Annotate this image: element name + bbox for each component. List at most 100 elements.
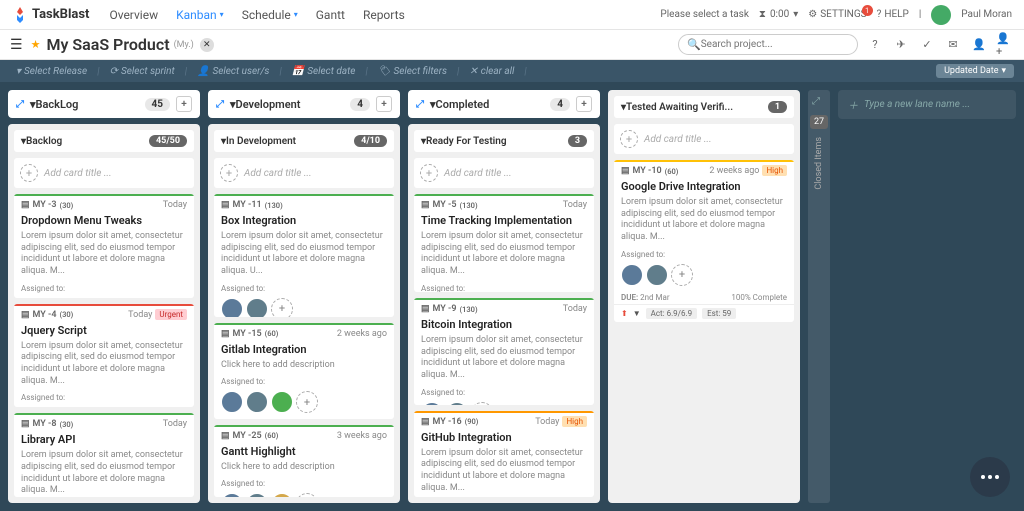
add-assignee-button[interactable]: + [471, 402, 493, 405]
add-assignee-button[interactable]: + [671, 264, 693, 286]
est-chip: Est: 59 [702, 308, 736, 319]
star-icon[interactable]: ★ [31, 38, 41, 51]
avatar[interactable] [246, 493, 268, 497]
sublane-header[interactable]: ▾ Backlog45/50 [14, 130, 194, 152]
main-nav: Overview Kanban▾ Schedule▾ Gantt Reports [109, 8, 404, 22]
filter-release[interactable]: ▾ Select Release [10, 66, 93, 77]
avatar[interactable] [246, 391, 268, 413]
sublane-header[interactable]: ▾ In Development4/10 [214, 130, 394, 152]
sublane-header[interactable]: ▾ Ready For Testing3 [414, 130, 594, 152]
avatar[interactable] [446, 402, 468, 405]
assigned-label: Assigned to: [214, 375, 394, 388]
expand-icon[interactable]: ⤢ [216, 99, 224, 110]
help-circle-icon[interactable]: ? [866, 36, 884, 54]
nav-reports[interactable]: Reports [363, 8, 405, 22]
user-name[interactable]: Paul Moran [961, 9, 1012, 20]
due-label: DUE: [621, 293, 638, 302]
card[interactable]: ▤ MY -9(130)Today Bitcoin Integration Lo… [414, 298, 594, 405]
assigned-label: Assigned to: [14, 282, 194, 295]
card[interactable]: ▤ MY -15(60)2 weeks ago Gitlab Integrati… [214, 323, 394, 419]
avatar[interactable] [221, 391, 243, 413]
timer[interactable]: ⧗0:00▾ [759, 9, 798, 20]
card[interactable]: ▤ MY -8(30)Today Library API Lorem ipsum… [14, 413, 194, 497]
help-button[interactable]: ?HELP [877, 9, 909, 20]
filter-filters[interactable]: 🏷 Select filters [372, 66, 453, 77]
expand-icon[interactable]: ⤢ [416, 99, 424, 110]
avatar[interactable] [221, 298, 243, 317]
complete-text: 100% Complete [731, 293, 787, 302]
new-lane-input[interactable]: ＋Type a new lane name ... [838, 90, 1016, 119]
nav-gantt[interactable]: Gantt [316, 8, 345, 22]
avatar[interactable] [221, 493, 243, 497]
nav-kanban[interactable]: Kanban▾ [176, 8, 224, 22]
assigned-label: Assigned to: [414, 386, 594, 399]
settings-button[interactable]: ⚙SETTINGS1 [808, 9, 866, 20]
filter-clear[interactable]: ✕ clear all [463, 66, 520, 77]
add-assignee-button[interactable]: + [296, 493, 318, 497]
lane-header[interactable]: ⤢▾ Development4+ [208, 90, 400, 118]
lane-add-button[interactable]: + [576, 96, 592, 112]
lane-header[interactable]: ⤢ ▾ BackLog 45 + [8, 90, 200, 118]
chat-button[interactable] [970, 457, 1010, 497]
avatar[interactable] [246, 298, 268, 317]
avatar[interactable] [271, 493, 293, 497]
avatar[interactable] [621, 264, 643, 286]
search-icon: 🔍 [687, 38, 701, 51]
brand-text: TaskBlast [32, 7, 89, 22]
lane-header[interactable]: ⤢▾ Completed4+ [408, 90, 600, 118]
select-task-text[interactable]: Please select a task [660, 9, 748, 20]
avatar[interactable] [421, 402, 443, 405]
add-user-icon[interactable]: 👤+ [996, 36, 1014, 54]
nav-schedule[interactable]: Schedule▾ [242, 8, 298, 22]
menu-icon[interactable]: ☰ [10, 37, 23, 53]
nav-overview[interactable]: Overview [109, 8, 158, 22]
card-date: Today [163, 419, 187, 429]
card[interactable]: ▤ MY -4(30)TodayUrgent Jquery Script Lor… [14, 304, 194, 408]
add-assignee-button[interactable]: + [296, 391, 318, 413]
sublane-header[interactable]: ▾ Tested Awaiting Verifi...1 [614, 96, 794, 118]
filter-users[interactable]: 👤 Select user/s [191, 66, 275, 77]
filter-date[interactable]: 📅 Select date [286, 66, 362, 77]
lane-add-button[interactable]: + [376, 96, 392, 112]
add-card[interactable]: +Add card title ... [14, 158, 194, 188]
close-project-icon[interactable]: ✕ [200, 38, 214, 52]
timer-value: 0:00 [770, 9, 789, 20]
filter-sprint[interactable]: ⟳ Select sprint [104, 66, 181, 77]
sort-dropdown[interactable]: Updated Date ▾ [936, 64, 1014, 78]
card[interactable]: ▤ MY -5(130)Today Time Tracking Implemen… [414, 194, 594, 292]
card[interactable]: ▤ MY -3(30)Today Dropdown Menu Tweaks Lo… [14, 194, 194, 298]
send-icon[interactable]: ✈ [892, 36, 910, 54]
avatar[interactable] [271, 391, 293, 413]
user-icon[interactable]: 👤 [970, 36, 988, 54]
help-label: HELP [884, 9, 909, 20]
expand-icon[interactable]: ⤢ [812, 96, 820, 107]
add-card[interactable]: +Add card title ... [214, 158, 394, 188]
add-card[interactable]: +Add card title ... [414, 158, 594, 188]
expand-icon[interactable]: ⤢ [16, 99, 24, 110]
lane-completed: ⤢▾ Completed4+ ▾ Ready For Testing3 +Add… [408, 90, 600, 503]
card[interactable]: ▤ MY -25(60)3 weeks ago Gantt Highlight … [214, 425, 394, 497]
user-avatar[interactable] [931, 5, 951, 25]
card-desc: Lorem ipsum dolor sit amet, consectetur … [414, 229, 594, 282]
closed-items-column[interactable]: ⤢ 27 Closed Items [808, 90, 830, 503]
brand-logo[interactable]: TaskBlast [12, 7, 89, 23]
card-id: ▤ MY -15(60) [221, 329, 278, 339]
new-lane-area: ＋Type a new lane name ... [838, 90, 1016, 503]
top-navbar: TaskBlast Overview Kanban▾ Schedule▾ Gan… [0, 0, 1024, 30]
project-search[interactable]: 🔍 [678, 34, 858, 55]
search-input[interactable] [701, 39, 849, 50]
rocket-icon [12, 7, 28, 23]
card[interactable]: ▤ MY -16(90)TodayHigh GitHub Integration… [414, 411, 594, 497]
priority-pill: High [562, 416, 587, 427]
add-card[interactable]: +Add card title ... [614, 124, 794, 154]
avatar[interactable] [646, 264, 668, 286]
check-icon[interactable]: ✓ [918, 36, 936, 54]
card[interactable]: ▤ MY -10(60)2 weeks agoHigh Google Drive… [614, 160, 794, 322]
add-assignee-button[interactable]: + [271, 298, 293, 317]
nav-schedule-label: Schedule [242, 8, 291, 22]
divider: | [919, 9, 921, 20]
mail-icon[interactable]: ✉ [944, 36, 962, 54]
lane-title: Development [236, 98, 301, 111]
lane-add-button[interactable]: + [176, 96, 192, 112]
card[interactable]: ▤ MY -11(130) Box Integration Lorem ipsu… [214, 194, 394, 317]
